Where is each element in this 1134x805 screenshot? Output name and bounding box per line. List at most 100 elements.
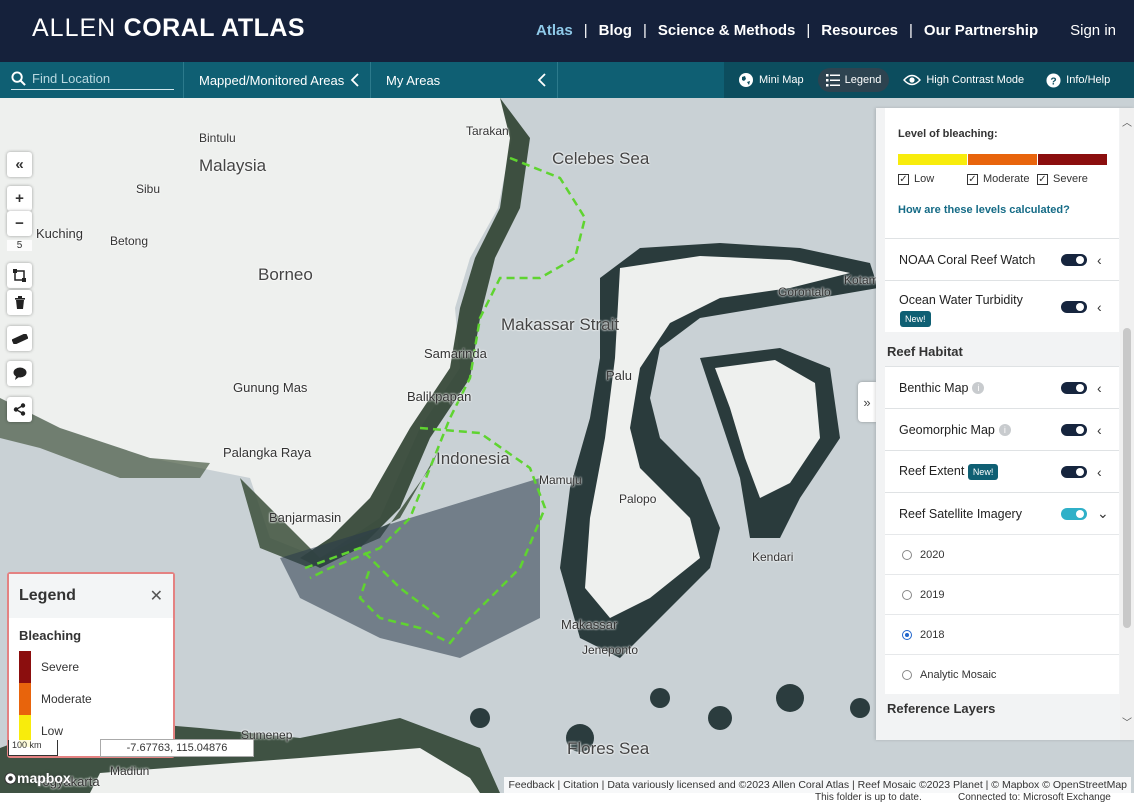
- collapse-left-panel-button[interactable]: «: [7, 152, 32, 177]
- scrollbar-thumb[interactable]: [1123, 328, 1131, 628]
- layer-ocean-water-turbidity[interactable]: Ocean Water Turbidity New! ‹: [885, 280, 1119, 332]
- moderate-swatch: [19, 683, 31, 715]
- nav-our-partnership[interactable]: Our Partnership: [924, 22, 1038, 39]
- info-icon[interactable]: i: [998, 424, 1011, 437]
- layer-benthic-map[interactable]: Benthic Map i ‹: [885, 366, 1119, 408]
- legend-label: Legend: [844, 74, 882, 86]
- my-areas-tab[interactable]: My Areas: [370, 62, 558, 98]
- chevron-down-icon[interactable]: ⌄: [1097, 505, 1109, 522]
- collapse-right-panel-button[interactable]: »: [858, 382, 876, 422]
- layer-name: NOAA Coral Reef Watch: [899, 252, 1036, 267]
- chevron-left-icon[interactable]: ‹: [1097, 422, 1102, 438]
- chevron-left-icon[interactable]: ‹: [1097, 252, 1102, 268]
- bleaching-card: Level of bleaching: ✓ Low ✓ Moderate ✓ S…: [885, 108, 1119, 238]
- info-icon[interactable]: i: [972, 382, 985, 395]
- checkbox-moderate[interactable]: ✓ Moderate: [967, 173, 1029, 185]
- close-icon[interactable]: ✕: [150, 586, 163, 606]
- map-label-celebes-sea: Celebes Sea: [552, 149, 650, 168]
- scroll-up-icon[interactable]: ︿: [1122, 114, 1132, 129]
- chevron-left-icon[interactable]: ‹: [1097, 380, 1102, 396]
- radio-button[interactable]: [902, 669, 912, 680]
- radio-button[interactable]: [902, 549, 912, 560]
- info-help-button[interactable]: ? Info/Help: [1038, 68, 1118, 92]
- logo-word-coral-atlas: CORAL ATLAS: [123, 14, 306, 42]
- map-label-samarinda: Samarinda: [424, 346, 487, 361]
- map-label-gorontalo: Gorontalo: [778, 285, 831, 299]
- trash-icon: [14, 296, 25, 309]
- mapped-monitored-areas-tab[interactable]: Mapped/Monitored Areas: [183, 62, 370, 98]
- new-badge: New!: [900, 311, 931, 327]
- panel-scrollbar[interactable]: ︿ ﹀: [1120, 108, 1134, 740]
- logo-word-allen: ALLEN: [32, 14, 117, 42]
- checkbox-label: Severe: [1053, 173, 1088, 185]
- map-label-sibu: Sibu: [136, 182, 161, 196]
- how-levels-calculated-link[interactable]: How are these levels calculated?: [898, 204, 1070, 216]
- map-label-mamuju: Mamuju: [539, 473, 582, 487]
- radio-2020[interactable]: 2020: [885, 534, 1119, 574]
- radio-2019[interactable]: 2019: [885, 574, 1119, 614]
- layer-toggle[interactable]: [1061, 507, 1087, 520]
- layer-name: Ocean Water Turbidity: [899, 293, 1023, 307]
- nav-separator: |: [642, 22, 647, 39]
- map-label-madiun: Madiun: [110, 764, 150, 778]
- svg-text:?: ?: [1051, 76, 1057, 87]
- mapbox-logo[interactable]: mapbox: [4, 770, 71, 786]
- double-chevron-left-icon: «: [15, 156, 24, 173]
- scroll-down-icon[interactable]: ﹀: [1122, 714, 1132, 729]
- nav-resources[interactable]: Resources: [821, 22, 898, 39]
- zoom-out-button[interactable]: −: [7, 211, 32, 236]
- high-contrast-button[interactable]: High Contrast Mode: [895, 68, 1032, 92]
- radio-button[interactable]: [902, 629, 912, 640]
- measure-button[interactable]: [7, 326, 32, 351]
- layer-toggle[interactable]: [1061, 253, 1087, 266]
- speech-bubble-icon: [13, 367, 26, 380]
- nav-science-methods[interactable]: Science & Methods: [658, 22, 796, 39]
- radio-2018[interactable]: 2018: [885, 614, 1119, 654]
- check-icon: ✓: [1037, 173, 1048, 185]
- sign-in-link[interactable]: Sign in: [1070, 22, 1116, 39]
- share-button[interactable]: [7, 397, 32, 422]
- checkbox-label: Low: [914, 173, 935, 185]
- checkbox-low[interactable]: ✓ Low: [898, 173, 934, 185]
- layer-reef-satellite-imagery[interactable]: Reef Satellite Imagery ⌄: [885, 492, 1119, 534]
- layer-noaa-coral-reef-watch[interactable]: NOAA Coral Reef Watch ‹: [885, 238, 1119, 280]
- nav-blog[interactable]: Blog: [599, 22, 632, 39]
- mapbox-icon: [4, 771, 17, 785]
- severe-swatch: [19, 651, 31, 683]
- map-label-kotamobagu: Kotam: [844, 273, 879, 287]
- chevron-left-icon[interactable]: ‹: [1097, 464, 1102, 480]
- layer-toggle[interactable]: [1061, 300, 1087, 313]
- radio-label: 2020: [920, 548, 945, 561]
- nav-separator: |: [806, 22, 811, 39]
- layer-toggle[interactable]: [1061, 423, 1087, 436]
- find-location-input[interactable]: [32, 71, 167, 86]
- bleaching-bar-severe: [1038, 154, 1107, 165]
- mini-map-button[interactable]: Mini Map: [730, 68, 812, 92]
- layer-reef-extent[interactable]: Reef Extent New! ‹: [885, 450, 1119, 492]
- map-label-indonesia: Indonesia: [436, 449, 510, 468]
- map-attribution[interactable]: Feedback | Citation | Data variously lic…: [504, 777, 1131, 793]
- my-areas-label: My Areas: [386, 72, 441, 88]
- legend-button[interactable]: Legend: [817, 68, 890, 92]
- chevron-left-icon[interactable]: ‹: [1097, 299, 1102, 315]
- zoom-in-button[interactable]: +: [7, 186, 32, 211]
- legend-item-severe: Severe: [19, 651, 79, 683]
- geomorphic-label: Geomorphic Map: [899, 422, 995, 437]
- bleaching-bar-moderate: [968, 154, 1037, 165]
- radio-button[interactable]: [902, 589, 912, 600]
- draw-area-button[interactable]: [7, 263, 32, 288]
- mapped-monitored-areas-label: Mapped/Monitored Areas: [199, 72, 345, 88]
- layer-geomorphic-map[interactable]: Geomorphic Map i ‹: [885, 408, 1119, 450]
- allen-coral-atlas-logo[interactable]: ALLEN CORAL ATLAS: [32, 14, 305, 43]
- new-badge: New!: [967, 463, 999, 480]
- map-label-kendari: Kendari: [752, 550, 794, 564]
- map-label-betong: Betong: [110, 234, 149, 248]
- comment-button[interactable]: [7, 361, 32, 386]
- delete-button[interactable]: [7, 290, 32, 315]
- layer-toggle[interactable]: [1061, 381, 1087, 394]
- radio-analytic-mosaic[interactable]: Analytic Mosaic: [885, 654, 1119, 694]
- layer-toggle[interactable]: [1061, 465, 1087, 478]
- checkbox-severe[interactable]: ✓ Severe: [1037, 173, 1088, 185]
- nav-atlas[interactable]: Atlas: [536, 22, 573, 39]
- map-toolbar: Mapped/Monitored Areas My Areas Mini Map…: [0, 62, 1134, 98]
